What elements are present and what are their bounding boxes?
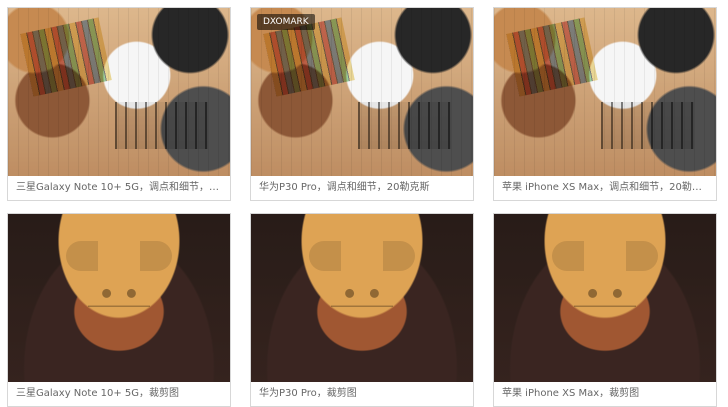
portrait-photo	[8, 214, 230, 382]
still-life-photo	[494, 8, 716, 176]
card-caption: 苹果 iPhone XS Max，裁剪图	[494, 382, 716, 406]
gallery-card[interactable]: DXOMARK 华为P30 Pro，调点和细节，20勒克斯	[250, 7, 474, 201]
brand-badge: DXOMARK	[257, 14, 315, 30]
card-caption: 苹果 iPhone XS Max，调点和细节，20勒克斯	[494, 176, 716, 200]
still-life-photo	[8, 8, 230, 176]
still-life-photo	[251, 8, 473, 176]
card-image[interactable]	[494, 214, 716, 382]
portrait-photo	[251, 214, 473, 382]
card-caption: 三星Galaxy Note 10+ 5G，调点和细节，20勒克斯	[8, 176, 230, 200]
card-caption: 华为P30 Pro，调点和细节，20勒克斯	[251, 176, 473, 200]
card-caption: 三星Galaxy Note 10+ 5G，裁剪图	[8, 382, 230, 406]
gallery-card-selected[interactable]: 华为P30 Pro，裁剪图	[250, 213, 474, 407]
card-image[interactable]	[251, 214, 473, 382]
gallery-card-selected[interactable]: 三星Galaxy Note 10+ 5G，裁剪图	[7, 213, 231, 407]
gallery-card-selected[interactable]: 苹果 iPhone XS Max，裁剪图	[493, 213, 717, 407]
gallery-card[interactable]: 苹果 iPhone XS Max，调点和细节，20勒克斯	[493, 7, 717, 201]
card-image[interactable]	[494, 8, 716, 176]
card-image[interactable]	[8, 8, 230, 176]
card-caption: 华为P30 Pro，裁剪图	[251, 382, 473, 406]
gallery-card[interactable]: 三星Galaxy Note 10+ 5G，调点和细节，20勒克斯	[7, 7, 231, 201]
card-image[interactable]	[8, 214, 230, 382]
card-image[interactable]: DXOMARK	[251, 8, 473, 176]
portrait-photo	[494, 214, 716, 382]
